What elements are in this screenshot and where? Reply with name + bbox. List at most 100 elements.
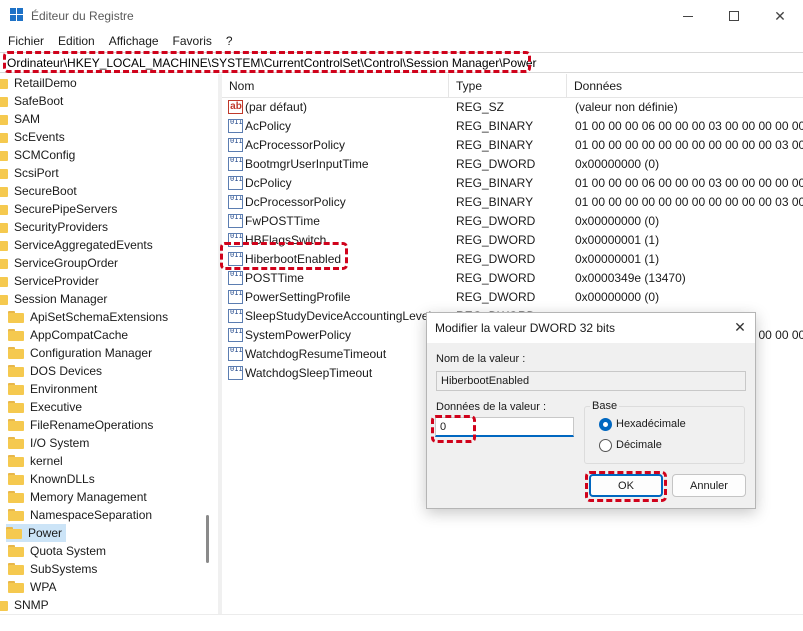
registry-editor-app-icon [10, 8, 24, 22]
binary-value-icon: 011 110 010 [228, 290, 243, 304]
address-bar[interactable]: Ordinateur\HKEY_LOCAL_MACHINE\SYSTEM\Cur… [0, 52, 803, 73]
folder-icon [8, 365, 24, 377]
folder-icon [8, 545, 24, 557]
value-data: 0x00000000 (0) [575, 290, 660, 304]
value-data-label: Données de la valeur : [436, 401, 547, 413]
tree-item[interactable]: SAM [0, 110, 201, 128]
tree-item-label: SCMConfig [14, 148, 76, 162]
value-name: PowerSettingProfile [245, 290, 351, 304]
close-icon: ✕ [774, 7, 786, 24]
value-name: FwPOSTTime [245, 214, 320, 228]
tree-item[interactable]: ScEvents [0, 128, 201, 146]
tree-item[interactable]: ScsiPort [0, 164, 201, 182]
tree-item-label: Memory Management [30, 490, 147, 504]
close-button[interactable]: ✕ [757, 3, 803, 29]
tree-item[interactable]: Configuration Manager [8, 344, 201, 362]
horizontal-scrollbar[interactable] [0, 614, 803, 631]
binary-value-icon: 011 110 010 [228, 119, 243, 133]
tree-item[interactable]: Quota System [8, 542, 201, 560]
value-row[interactable]: 011 110 010DcProcessorPolicy REG_BINARY 01… [222, 193, 803, 212]
key-tree[interactable]: RetailDemo SafeBoot SAM ScEvents SCMConfig Sc… [0, 74, 201, 614]
tree-item[interactable]: WPA [8, 578, 201, 596]
tree-item[interactable]: kernel [8, 452, 201, 470]
binary-value-icon: 011 110 010 [228, 252, 243, 266]
binary-value-icon: 011 110 010 [228, 176, 243, 190]
value-data: 01 00 00 00 00 00 00 00 00 00 00 00 03 0… [575, 138, 803, 152]
tree-item[interactable]: RetailDemo [0, 74, 201, 92]
tree-item[interactable]: AppCompatCache [8, 326, 201, 344]
binary-value-icon: 011 110 010 [228, 138, 243, 152]
value-row[interactable]: 011 110 010POSTTime REG_DWORD 0x0000349e (… [222, 269, 803, 288]
tree-item[interactable]: I/O System [8, 434, 201, 452]
value-row[interactable]: 011 110 010FwPOSTTime REG_DWORD 0x00000000… [222, 212, 803, 231]
value-row[interactable]: 011 110 010HiberbootEnabled REG_DWORD 0x00… [222, 250, 803, 269]
column-header-name[interactable]: Nom [229, 79, 254, 93]
value-type: REG_DWORD [456, 214, 536, 228]
radio-hexadecimal-label[interactable]: Hexadécimale [616, 418, 686, 430]
value-row[interactable]: 011 110 010DcPolicy REG_BINARY 01 00 00 00… [222, 174, 803, 193]
column-header-type[interactable]: Type [456, 79, 482, 93]
value-type: REG_DWORD [456, 271, 536, 285]
title-bar: Éditeur du Registre ✕ [0, 0, 803, 32]
value-row[interactable]: 011 110 010BootmgrUserInputTime REG_DWORD… [222, 155, 803, 174]
tree-item[interactable]: SafeBoot [0, 92, 201, 110]
folder-icon [0, 131, 8, 143]
tree-item[interactable]: Power [6, 524, 66, 542]
value-data-input[interactable]: 0 [435, 417, 574, 437]
tree-item[interactable]: SCMConfig [0, 146, 201, 164]
tree-item[interactable]: ApiSetSchemaExtensions [8, 308, 201, 326]
value-data: 0x00000000 (0) [575, 157, 660, 171]
tree-item[interactable]: Session Manager [0, 290, 201, 308]
folder-icon [8, 581, 24, 593]
tree-item[interactable]: Memory Management [8, 488, 201, 506]
tree-item[interactable]: Executive [8, 398, 201, 416]
tree-item[interactable]: FileRenameOperations [8, 416, 201, 434]
tree-scrollbar-thumb[interactable] [206, 515, 209, 563]
ok-button[interactable]: OK [589, 474, 663, 497]
tree-item[interactable]: ServiceGroupOrder [0, 254, 201, 272]
folder-icon [0, 275, 8, 287]
radio-hexadecimal[interactable] [599, 418, 612, 431]
value-type: REG_BINARY [456, 138, 534, 152]
value-row[interactable]: 011 110 010PowerSettingProfile REG_DWORD 0… [222, 288, 803, 307]
window-title: Éditeur du Registre [31, 9, 134, 23]
dialog-close-button[interactable]: ✕ [725, 313, 755, 341]
menu-affichage[interactable]: Affichage [102, 32, 166, 50]
folder-icon [0, 203, 8, 215]
tree-item-label: Session Manager [14, 292, 108, 306]
value-row[interactable]: 011 110 010AcProcessorPolicy REG_BINARY 01… [222, 136, 803, 155]
folder-icon [0, 185, 8, 197]
menu-favoris[interactable]: Favoris [166, 32, 219, 50]
tree-item[interactable]: Environment [8, 380, 201, 398]
column-divider[interactable] [566, 74, 567, 98]
tree-item[interactable]: ServiceProvider [0, 272, 201, 290]
value-name: POSTTime [245, 271, 304, 285]
value-type: REG_DWORD [456, 290, 536, 304]
maximize-button[interactable] [711, 3, 757, 29]
tree-item[interactable]: ServiceAggregatedEvents [0, 236, 201, 254]
column-divider[interactable] [448, 74, 449, 98]
tree-item[interactable]: SecurityProviders [0, 218, 201, 236]
tree-item[interactable]: SecurePipeServers [0, 200, 201, 218]
radio-decimal[interactable] [599, 439, 612, 452]
value-row[interactable]: 011 110 010HBFlagsSwitch REG_DWORD 0x00000… [222, 231, 803, 250]
value-row[interactable]: ab (par défaut) REG_SZ (valeur non définie) [222, 98, 803, 117]
tree-item[interactable]: DOS Devices [8, 362, 201, 380]
tree-item-label: ScEvents [14, 130, 65, 144]
menu-fichier[interactable]: Fichier [0, 32, 51, 50]
radio-decimal-label[interactable]: Décimale [616, 439, 662, 451]
tree-item[interactable]: SubSystems [8, 560, 201, 578]
tree-item[interactable]: KnownDLLs [8, 470, 201, 488]
cancel-button[interactable]: Annuler [672, 474, 746, 497]
tree-item[interactable]: NamespaceSeparation [8, 506, 201, 524]
menu-edition[interactable]: Edition [51, 32, 102, 50]
minimize-button[interactable] [665, 3, 711, 29]
tree-item[interactable]: SecureBoot [0, 182, 201, 200]
column-header-data[interactable]: Données [574, 79, 622, 93]
tree-item[interactable]: SNMP [0, 596, 201, 614]
menu-help[interactable]: ? [219, 32, 240, 50]
value-row[interactable]: 011 110 010AcPolicy REG_BINARY 01 00 00 00… [222, 117, 803, 136]
folder-icon [8, 437, 24, 449]
address-path[interactable]: Ordinateur\HKEY_LOCAL_MACHINE\SYSTEM\Cur… [7, 56, 537, 70]
folder-icon [8, 347, 24, 359]
